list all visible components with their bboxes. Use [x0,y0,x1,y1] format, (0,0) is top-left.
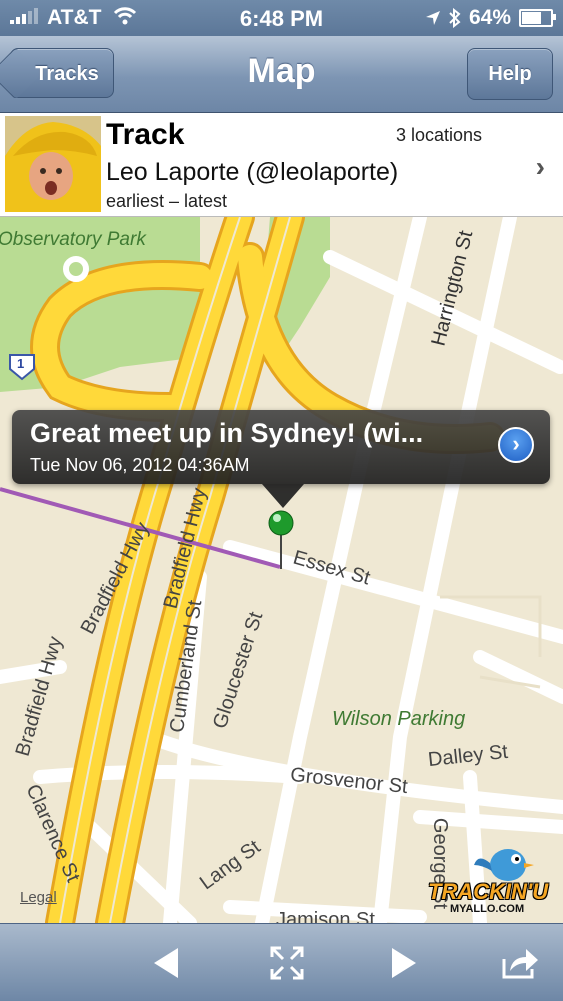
bottom-toolbar [0,923,563,1001]
track-title: Track [106,118,185,151]
map-view[interactable]: Observatory Park 1 Harrington St Bradfie… [0,217,563,923]
location-arrow-icon [425,11,440,25]
bluetooth-icon [449,8,461,28]
callout-subtitle: Tue Nov 06, 2012 04:36AM [30,455,250,475]
map-label: Wilson Parking [332,708,466,730]
legal-link[interactable]: Legal [20,889,57,906]
previous-icon [154,948,178,978]
previous-button[interactable] [140,938,190,988]
battery-level [522,12,542,24]
pin-callout[interactable]: Great meet up in Sydney! (wi... Tue Nov … [12,410,550,508]
fit-map-button[interactable] [262,938,312,988]
share-icon [502,949,538,979]
track-header[interactable]: Track 3 locations Leo Laporte (@leolapor… [0,113,563,217]
map-label: Observatory Park [0,229,146,250]
fit-map-icon [270,946,304,980]
navigation-bar: Tracks Map Help [0,36,563,113]
avatar [5,116,101,212]
location-count: 3 locations [396,125,483,145]
status-bar: AT&T 6:48 PM 64% [0,0,563,36]
brand-name: TRACKIN'U [428,879,549,904]
help-button[interactable]: Help [467,48,553,100]
map-label: Jamison St [276,909,375,923]
callout-tail [262,484,304,508]
chevron-right-icon: › [535,151,545,182]
battery-icon [519,9,556,27]
track-range: earliest – latest [106,191,228,211]
brand-site: MYALLO.COM [450,903,525,915]
brand-logo: TRACKIN'U MYALLO.COM [428,843,554,917]
map-label: 1 [17,356,25,371]
next-icon [392,948,416,978]
callout-title: Great meet up in Sydney! (wi... [30,418,424,448]
next-button[interactable] [380,938,430,988]
track-user: Leo Laporte (@leolaporte) [106,158,399,186]
share-button[interactable] [495,938,545,988]
detail-disclosure-button[interactable]: › [498,427,534,463]
map-canvas[interactable] [0,217,563,923]
battery-percent: 64% [468,6,511,29]
